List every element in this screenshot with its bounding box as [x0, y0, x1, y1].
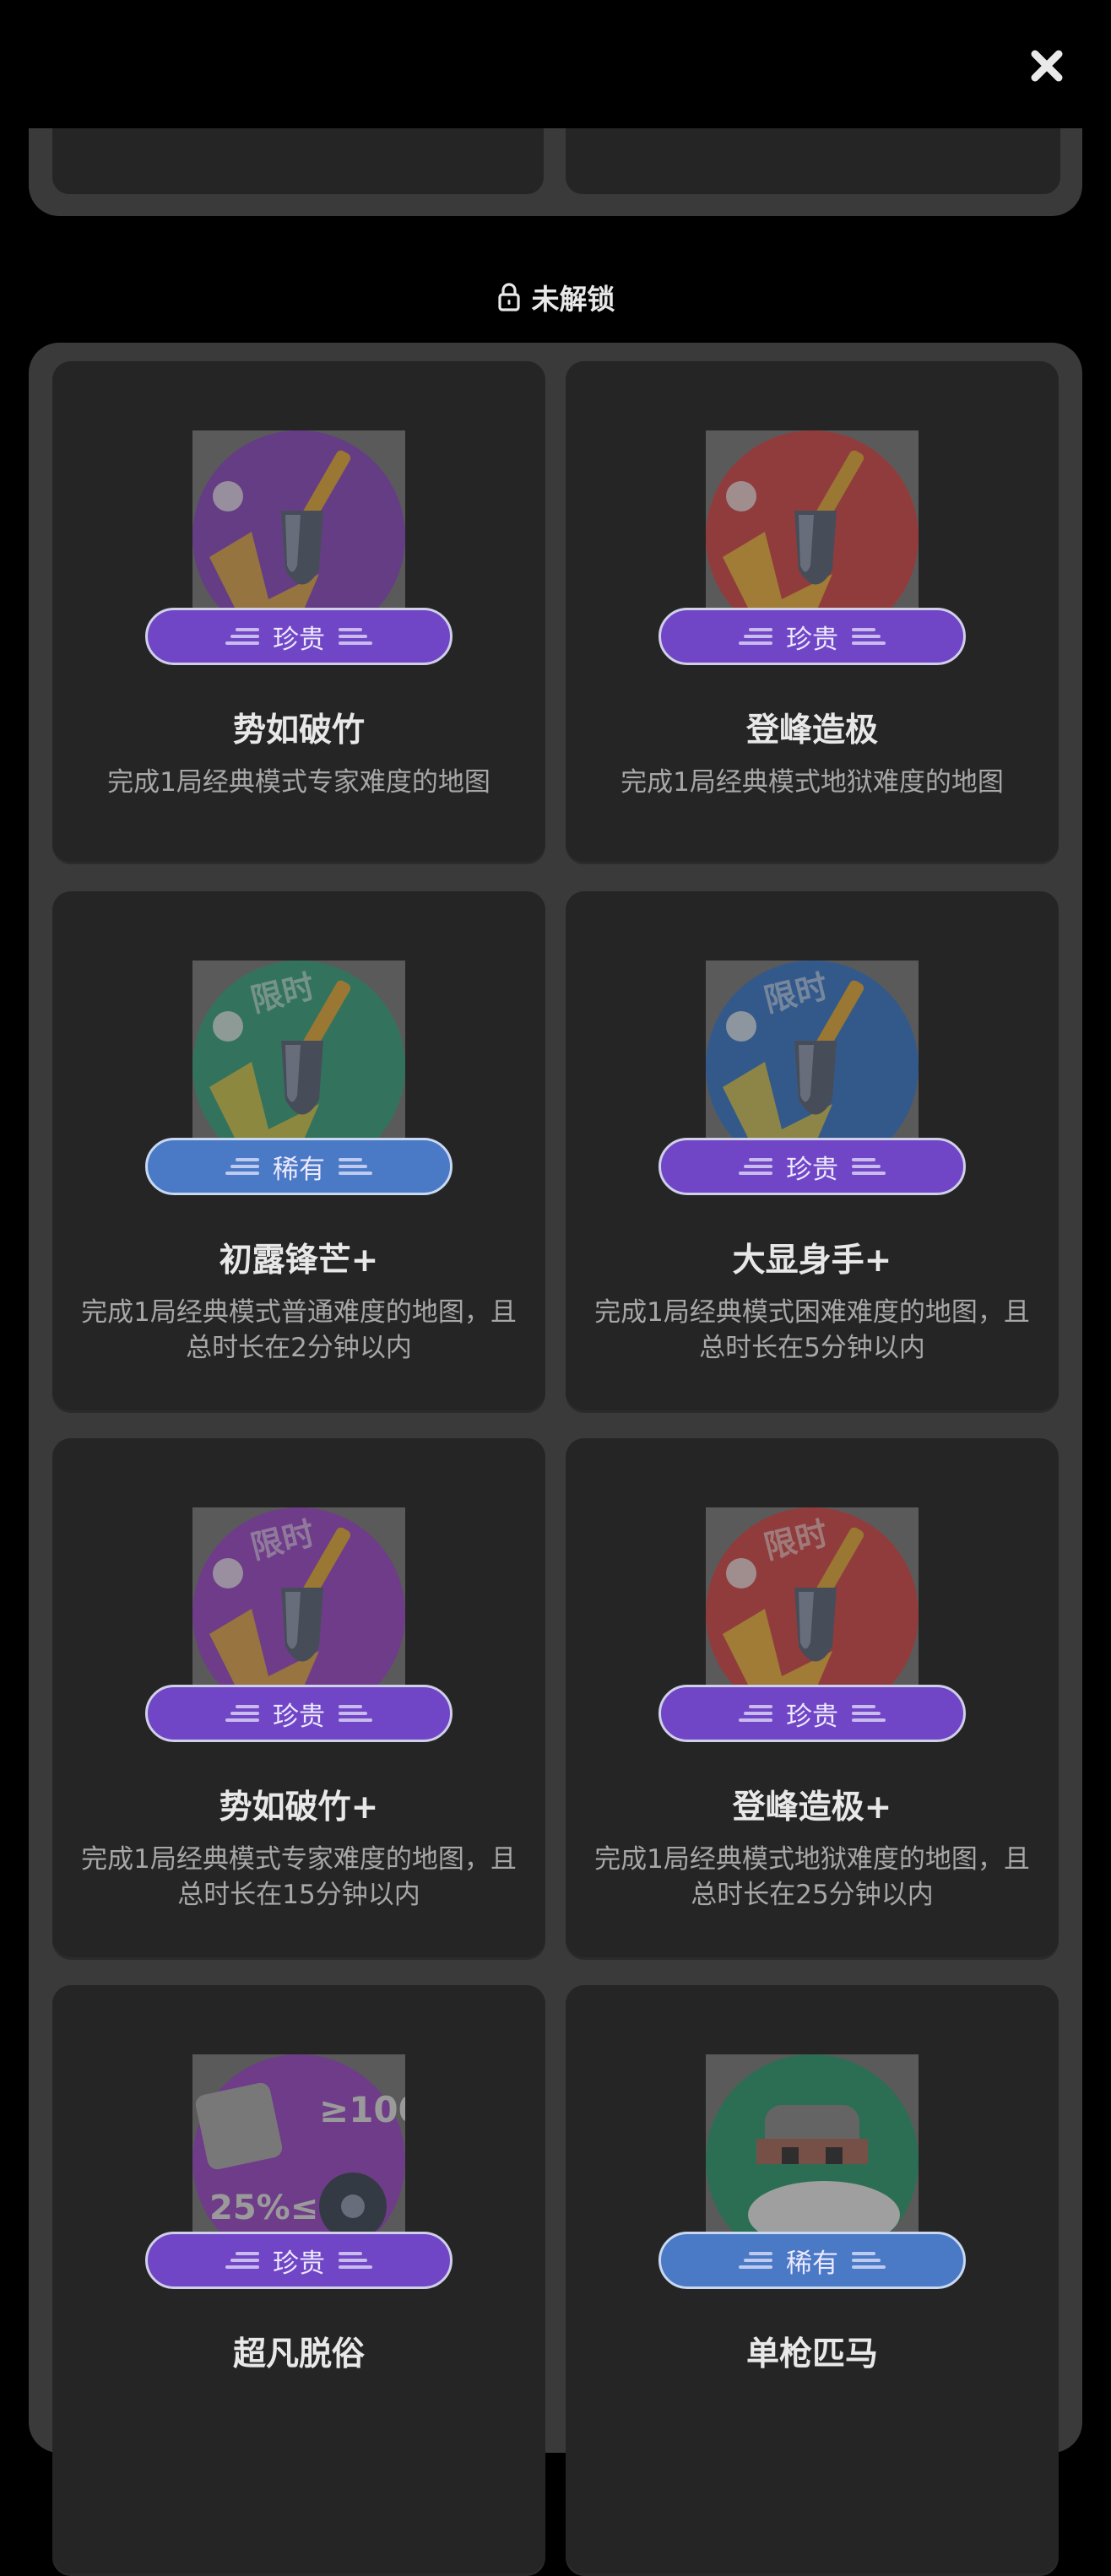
achievement-description: 完成1局经典模式普通难度的地图，且总时长在2分钟以内	[81, 1297, 517, 1363]
achievement-card[interactable]: ≥1000 25%≤ 珍贵超凡脱俗	[52, 1985, 545, 2576]
achievement-title: 登峰造极	[745, 712, 878, 750]
achievement-title: 大显身手+	[732, 1242, 892, 1280]
achievement-description: 完成1局经典模式专家难度的地图，且总时长在15分钟以内	[81, 1844, 517, 1910]
rarity-deco-icon	[739, 1705, 772, 1722]
rarity-deco-icon	[225, 628, 259, 645]
rarity-label: 珍贵	[273, 624, 325, 655]
shovel-badge-green-limited-icon: 限时	[192, 961, 405, 1146]
achievement-card[interactable]	[52, 128, 544, 194]
locked-section-header: 未解锁	[0, 277, 1111, 317]
shovel-badge-purple-limited-icon: 限时	[192, 1507, 405, 1693]
achievement-card[interactable]: 珍贵势如破竹完成1局经典模式专家难度的地图	[52, 361, 545, 864]
achievement-title: 单枪匹马	[745, 2335, 878, 2373]
shovel-badge-blue-limited-icon: 限时	[706, 961, 919, 1146]
close-button[interactable]	[1023, 42, 1070, 89]
achievement-description: 完成1局经典模式地狱难度的地图	[621, 767, 1004, 798]
rarity-deco-icon	[339, 2252, 372, 2269]
rarity-badge: 珍贵	[658, 1138, 966, 1195]
locked-achievements-panel: 珍贵 势如破竹 完成1局经典模式专家难度的地图 珍贵 登峰造极 完成1局经典模式地狱难度…	[29, 343, 1082, 2576]
rarity-deco-icon	[852, 628, 886, 645]
rarity-deco-icon	[739, 2252, 772, 2269]
rarity-label: 珍贵	[786, 1701, 838, 1732]
achievement-card[interactable]: 限时珍贵大显身手+ 完成1局经典模式困难难度的地图，且总时长在5分钟以内	[566, 891, 1059, 1413]
rarity-deco-icon	[339, 1158, 372, 1175]
section-label: 未解锁	[531, 283, 615, 316]
achievement-card[interactable]: 限时珍贵登峰造极+ 完成1局经典模式地狱难度的地图，且总时长在25分钟以内	[566, 1438, 1059, 1960]
rarity-deco-icon	[339, 1705, 372, 1722]
rarity-deco-icon	[339, 628, 372, 645]
shovel-badge-purple-icon	[192, 430, 405, 616]
rarity-deco-icon	[739, 628, 772, 645]
knight-badge-green-icon	[706, 2054, 919, 2240]
achievement-title: 势如破竹+	[219, 1789, 379, 1826]
rarity-label: 珍贵	[786, 624, 838, 655]
achievement-description: 完成1局经典模式地狱难度的地图，且总时长在25分钟以内	[594, 1844, 1030, 1910]
rarity-deco-icon	[225, 1705, 259, 1722]
rarity-label: 稀有	[273, 1154, 325, 1185]
achievement-card[interactable]: 珍贵登峰造极完成1局经典模式地狱难度的地图	[566, 361, 1059, 864]
achievement-card[interactable]	[566, 128, 1060, 194]
rarity-deco-icon	[852, 2252, 886, 2269]
rarity-badge: 珍贵	[145, 1685, 453, 1742]
rarity-label: 稀有	[786, 2248, 838, 2279]
rarity-badge: 珍贵	[658, 608, 966, 665]
rarity-badge: 稀有	[658, 2232, 966, 2289]
unlocked-achievements-panel	[29, 128, 1082, 216]
achievement-description: 完成1局经典模式专家难度的地图	[107, 767, 490, 798]
rarity-label: 珍贵	[786, 1154, 838, 1185]
shovel-badge-red-limited-icon: 限时	[706, 1507, 919, 1693]
achievement-title: 登峰造极+	[732, 1789, 892, 1826]
achievement-title: 势如破竹	[232, 712, 365, 750]
rarity-deco-icon	[739, 1158, 772, 1175]
rarity-deco-icon	[225, 2252, 259, 2269]
achievement-description: 完成1局经典模式困难难度的地图，且总时长在5分钟以内	[594, 1297, 1030, 1363]
rarity-deco-icon	[852, 1705, 886, 1722]
rarity-label: 珍贵	[273, 1701, 325, 1732]
achievement-card[interactable]: 限时稀有初露锋芒+ 完成1局经典模式普通难度的地图，且总时长在2分钟以内	[52, 891, 545, 1413]
achievement-card[interactable]: 稀有 单枪匹马	[566, 1985, 1059, 2576]
rarity-deco-icon	[852, 1158, 886, 1175]
rarity-deco-icon	[225, 1158, 259, 1175]
achievement-title: 初露锋芒+	[219, 1242, 379, 1280]
rarity-badge: 珍贵	[145, 608, 453, 665]
mine-badge-purple-icon: ≥1000 25%≤	[192, 2054, 405, 2240]
achievement-card[interactable]: 限时珍贵势如破竹+ 完成1局经典模式专家难度的地图，且总时长在15分钟以内	[52, 1438, 545, 1960]
rarity-badge: 稀有	[145, 1138, 453, 1195]
rarity-label: 珍贵	[273, 2248, 325, 2279]
rarity-badge: 珍贵	[145, 2232, 453, 2289]
achievement-title: 超凡脱俗	[232, 2335, 365, 2373]
rarity-badge: 珍贵	[658, 1685, 966, 1742]
shovel-badge-red-icon	[706, 430, 919, 616]
lock-icon	[497, 283, 520, 311]
close-icon	[1031, 50, 1063, 82]
